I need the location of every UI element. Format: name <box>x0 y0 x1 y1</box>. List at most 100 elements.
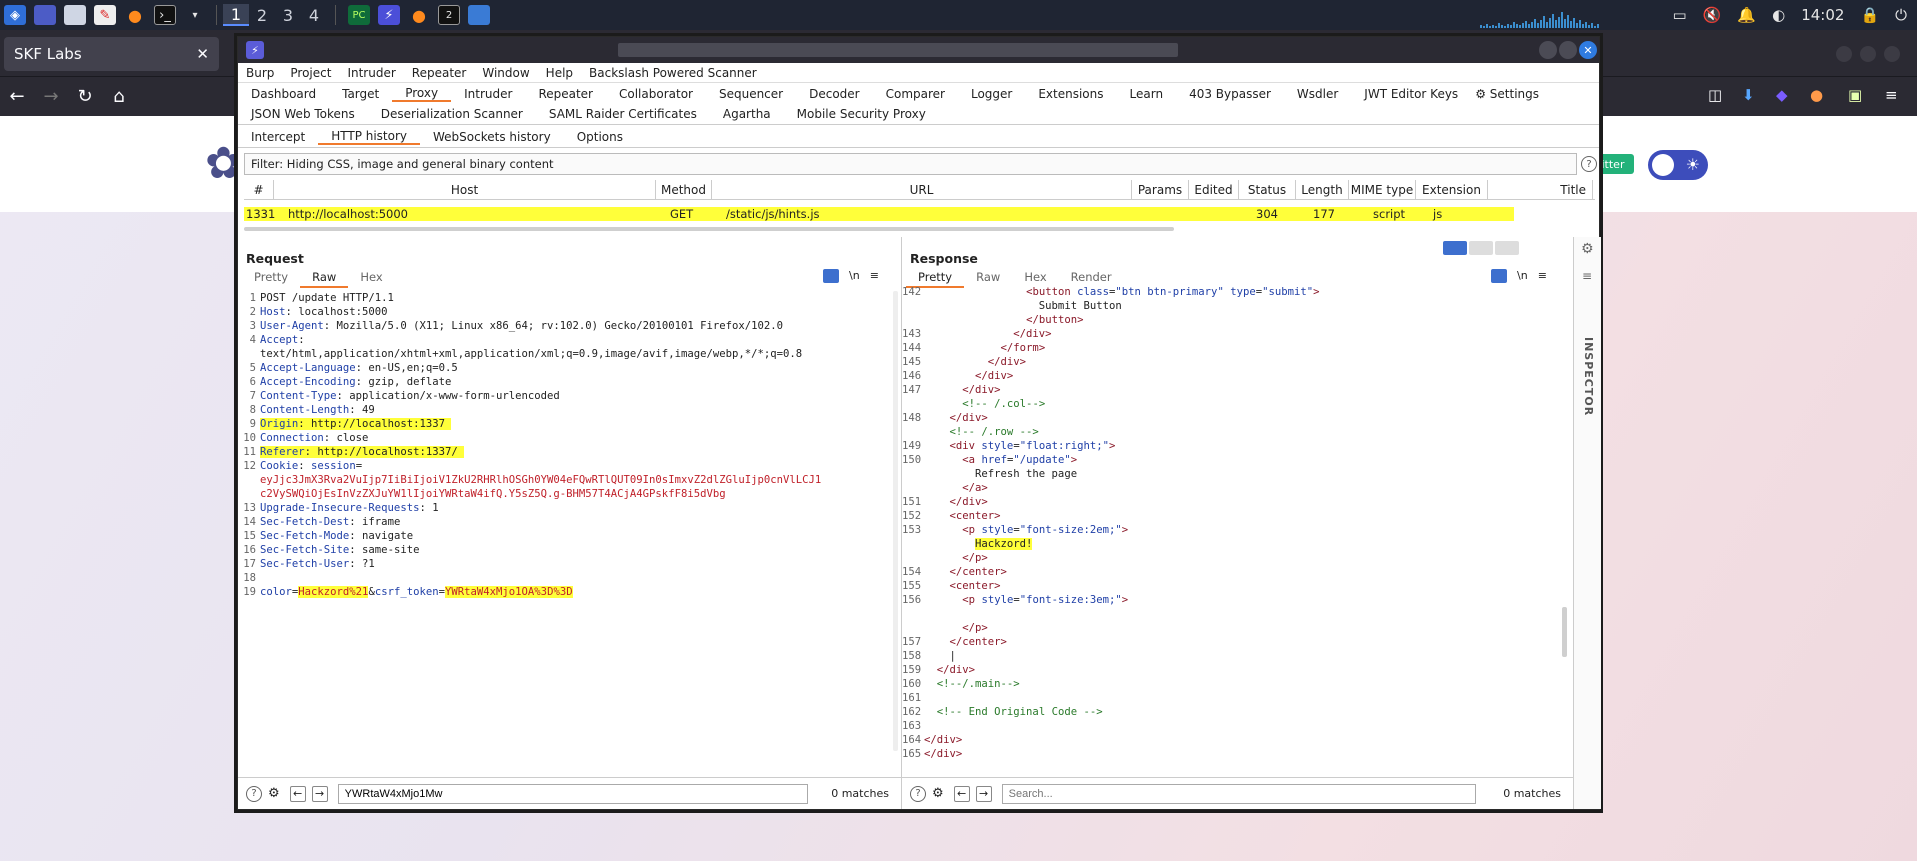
tab-mobile-security-proxy[interactable]: Mobile Security Proxy <box>784 107 939 121</box>
workspace-3[interactable]: 3 <box>275 4 301 26</box>
col-num[interactable]: # <box>244 180 274 200</box>
tab-intruder[interactable]: Intruder <box>451 87 525 101</box>
col-title[interactable]: Title <box>1488 180 1593 200</box>
pocket-icon[interactable]: ◫ <box>1708 86 1722 104</box>
close-window-icon[interactable] <box>1884 46 1900 62</box>
request-tab-hex[interactable]: Hex <box>348 270 394 288</box>
gear-icon[interactable]: ⚙ <box>268 786 280 801</box>
col-url[interactable]: URL <box>712 180 1132 200</box>
firefox-icon[interactable]: ● <box>124 5 146 25</box>
response-menu-icon[interactable]: ≡ <box>1538 269 1547 283</box>
extension-icon[interactable]: ◆ <box>1776 86 1788 104</box>
tab-sequencer[interactable]: Sequencer <box>706 87 796 101</box>
text-editor-icon[interactable]: ✎ <box>94 5 116 25</box>
menu-burp[interactable]: Burp <box>238 66 282 80</box>
col-edited[interactable]: Edited <box>1189 180 1239 200</box>
back-icon[interactable]: ← <box>0 86 34 107</box>
split-view-icon[interactable] <box>1443 241 1467 255</box>
request-editor[interactable]: 1 POST /update HTTP/1.1 2 Host: localhost:… <box>238 291 821 599</box>
workspace-1[interactable]: 1 <box>223 4 249 26</box>
history-row-partial[interactable] <box>244 200 1514 207</box>
request-search-input[interactable] <box>337 783 808 804</box>
minimize-icon[interactable] <box>1539 41 1557 59</box>
folder-window-icon[interactable] <box>468 5 490 25</box>
menu-backslash[interactable]: Backslash Powered Scanner <box>581 66 765 80</box>
response-search-input[interactable] <box>1001 783 1476 804</box>
col-mime[interactable]: MIME type <box>1349 180 1416 200</box>
kali-menu-icon[interactable]: ◈ <box>4 5 26 25</box>
desktop-icon[interactable] <box>34 5 56 25</box>
terminal-icon[interactable]: ›_ <box>154 5 176 25</box>
filter-bar[interactable]: Filter: Hiding CSS, image and general bi… <box>244 153 1577 175</box>
tab-target[interactable]: Target <box>329 87 392 101</box>
bell-icon[interactable]: 🔔 <box>1737 6 1756 24</box>
tab-dashboard[interactable]: Dashboard <box>238 87 329 101</box>
tab-http-history[interactable]: HTTP history <box>318 129 421 145</box>
response-editor[interactable]: 142 <button class="btn btn-primary" type… <box>902 285 1320 761</box>
request-scrollbar[interactable] <box>893 291 898 751</box>
lock-icon[interactable]: 🔒 <box>1860 6 1879 24</box>
wrap-toggle-icon[interactable] <box>823 269 839 283</box>
maximize-icon[interactable] <box>1860 46 1876 62</box>
inspector-menu-icon[interactable]: ≡ <box>1582 269 1592 283</box>
tab-collaborator[interactable]: Collaborator <box>606 87 706 101</box>
horizontal-scrollbar[interactable] <box>244 227 1174 231</box>
request-tab-pretty[interactable]: Pretty <box>242 270 300 288</box>
tab-repeater[interactable]: Repeater <box>525 87 606 101</box>
forward-icon[interactable]: → <box>34 86 68 107</box>
help-icon[interactable]: ? <box>910 785 926 802</box>
close-icon[interactable]: ✕ <box>196 45 209 63</box>
menu-window[interactable]: Window <box>474 66 537 80</box>
tab-comparer[interactable]: Comparer <box>873 87 958 101</box>
col-extension[interactable]: Extension <box>1416 180 1488 200</box>
newline-toggle[interactable]: \n <box>1517 269 1528 283</box>
tab-wsdler[interactable]: Wsdler <box>1284 87 1351 101</box>
tab-settings[interactable]: ⚙ Settings <box>1471 87 1543 101</box>
tab-websockets-history[interactable]: WebSockets history <box>420 130 564 144</box>
tab-jwt-editor-keys[interactable]: JWT Editor Keys <box>1351 87 1471 101</box>
terminal-window-icon[interactable]: 2 <box>438 5 460 25</box>
gear-icon[interactable]: ⚙ <box>1581 241 1594 257</box>
browser-tab[interactable]: SKF Labs ✕ <box>4 37 219 71</box>
tab-extensions[interactable]: Extensions <box>1025 87 1116 101</box>
col-status[interactable]: Status <box>1239 180 1296 200</box>
col-method[interactable]: Method <box>656 180 712 200</box>
newline-toggle[interactable]: \n <box>849 269 860 283</box>
horizontal-view-icon[interactable] <box>1469 241 1493 255</box>
logout-icon[interactable]: ⏻ <box>1895 6 1907 24</box>
col-host[interactable]: Host <box>274 180 656 200</box>
tab-403-bypasser[interactable]: 403 Bypasser <box>1176 87 1284 101</box>
power-icon[interactable]: ◐ <box>1772 6 1785 24</box>
theme-toggle[interactable]: ☀ <box>1648 150 1708 180</box>
menu-intruder[interactable]: Intruder <box>339 66 403 80</box>
tab-learn[interactable]: Learn <box>1117 87 1177 101</box>
close-icon[interactable]: ✕ <box>1579 41 1597 59</box>
col-params[interactable]: Params <box>1132 180 1189 200</box>
col-length[interactable]: Length <box>1296 180 1349 200</box>
next-match-icon[interactable]: → <box>975 785 992 802</box>
mute-icon[interactable]: 🔇 <box>1703 6 1722 24</box>
burp-icon[interactable]: ⚡ <box>378 5 400 25</box>
history-row-selected[interactable]: 1331 http://localhost:5000 GET /static/j… <box>244 207 1514 221</box>
tab-intercept[interactable]: Intercept <box>238 130 318 144</box>
inspector-label[interactable]: INSPECTOR <box>1582 337 1595 416</box>
menu-repeater[interactable]: Repeater <box>404 66 475 80</box>
file-manager-icon[interactable] <box>64 5 86 25</box>
pycharm-icon[interactable]: PC <box>348 5 370 25</box>
clock[interactable]: 14:02 <box>1801 6 1844 24</box>
minimize-icon[interactable] <box>1836 46 1852 62</box>
tab-decoder[interactable]: Decoder <box>796 87 873 101</box>
gear-icon[interactable]: ⚙ <box>932 786 944 801</box>
prev-match-icon[interactable]: ← <box>953 785 970 802</box>
download-icon[interactable]: ⬇ <box>1742 86 1755 104</box>
firefox-window-icon[interactable]: ● <box>408 5 430 25</box>
hamburger-menu-icon[interactable]: ≡ <box>1885 86 1898 104</box>
request-tab-raw[interactable]: Raw <box>300 270 349 288</box>
burp-extension-icon[interactable]: ▣ <box>1848 86 1862 104</box>
chevron-down-icon[interactable]: ▾ <box>184 5 206 25</box>
menu-project[interactable]: Project <box>282 66 339 80</box>
tab-json-web-tokens[interactable]: JSON Web Tokens <box>238 107 368 121</box>
workspace-4[interactable]: 4 <box>301 4 327 26</box>
maximize-icon[interactable] <box>1559 41 1577 59</box>
request-menu-icon[interactable]: ≡ <box>870 269 879 283</box>
